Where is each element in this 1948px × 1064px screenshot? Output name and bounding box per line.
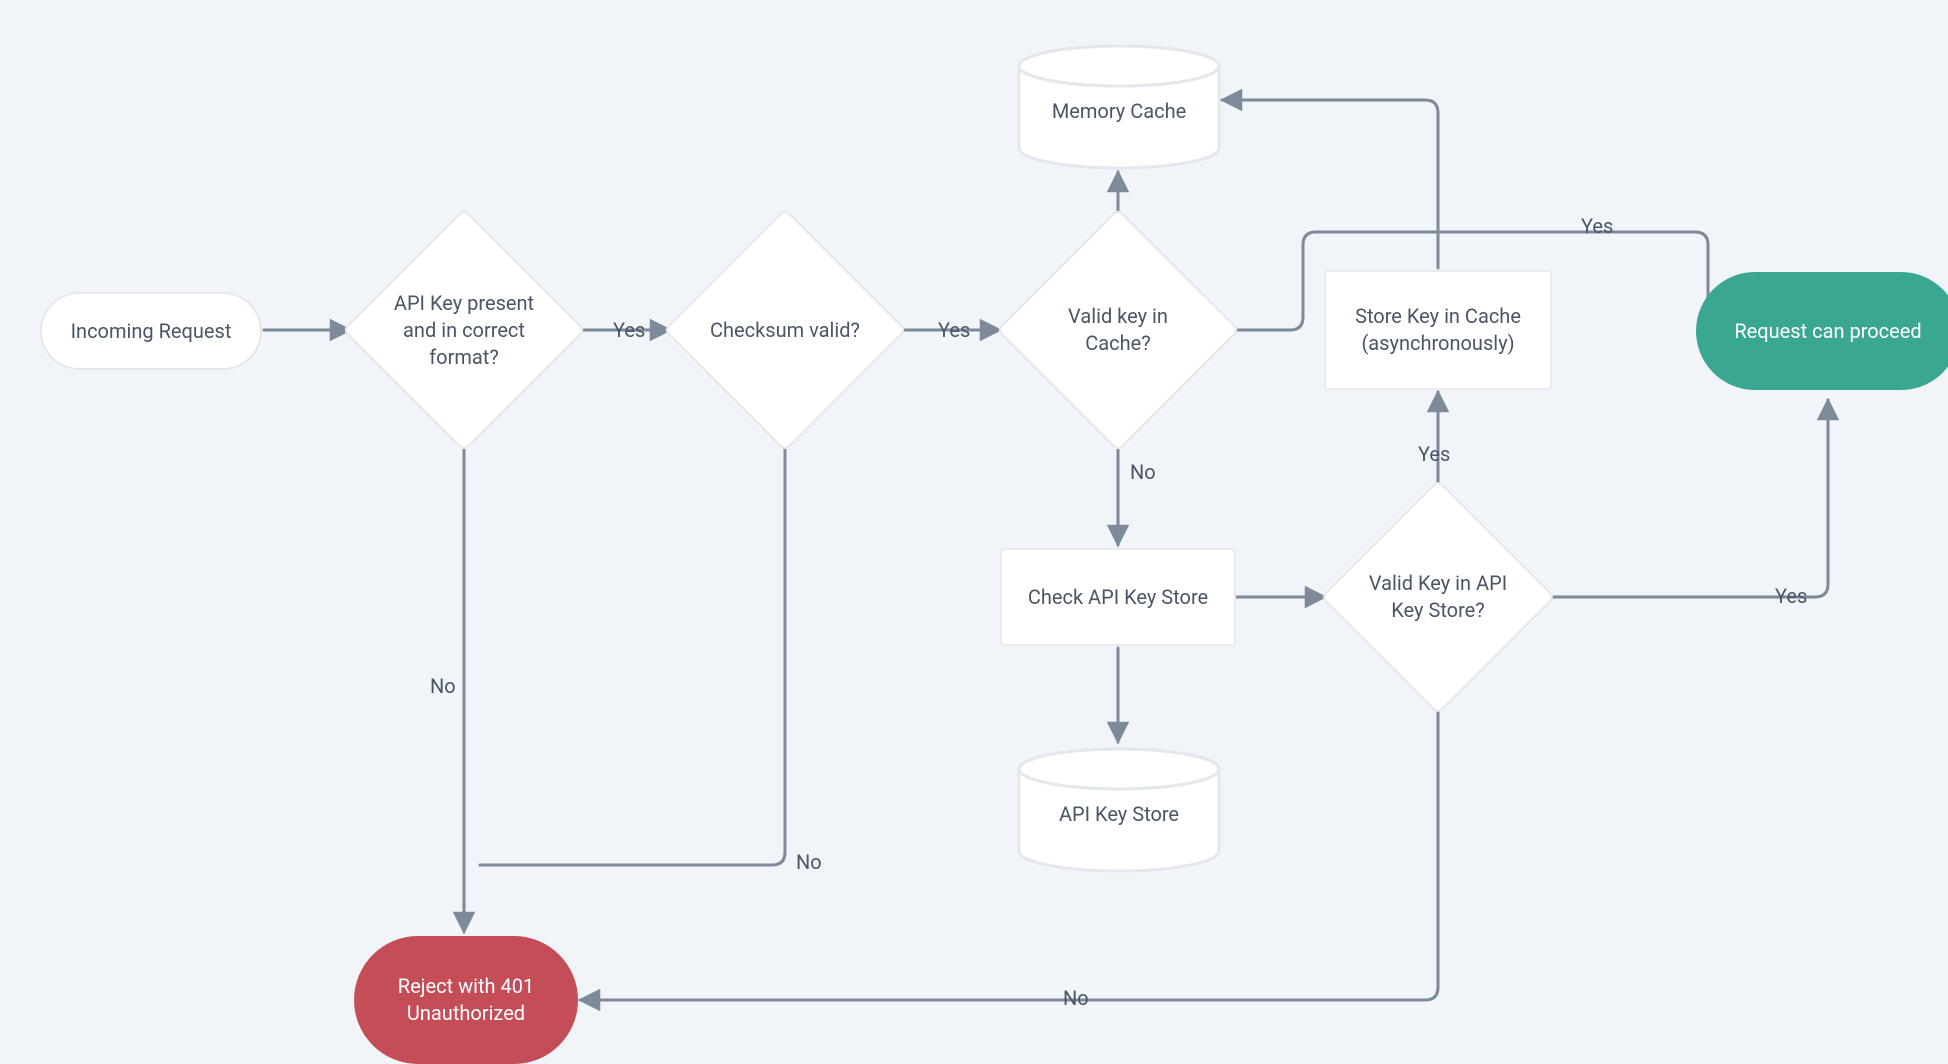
edge-label-storevalid-yes-right: Yes (1775, 584, 1807, 608)
edge-label-cache-no: No (1130, 460, 1156, 484)
flowchart-canvas: Incoming Request API Key present and in … (0, 0, 1948, 1050)
node-valid-key-in-cache: Valid key in Cache? (1032, 244, 1204, 416)
edge-label-checksum-yes: Yes (938, 318, 970, 342)
node-label: API Key Store (1049, 787, 1189, 834)
node-memory-cache: Memory Cache (1015, 42, 1223, 172)
node-store-key-in-cache: Store Key in Cache (asynchronously) (1324, 270, 1552, 390)
node-api-key-store: API Key Store (1015, 745, 1223, 875)
edges-layer (0, 0, 1948, 1050)
node-label: Check API Key Store (1018, 578, 1218, 617)
edge-label-storevalid-yes-up: Yes (1418, 442, 1450, 466)
edge-label-keypresent-yes: Yes (613, 318, 645, 342)
node-label: Store Key in Cache (asynchronously) (1326, 297, 1550, 363)
node-api-key-present: API Key present and in correct format? (378, 244, 550, 416)
node-request-can-proceed: Request can proceed (1696, 272, 1948, 390)
node-incoming-request: Incoming Request (40, 292, 262, 370)
edge-label-keypresent-no: No (430, 674, 456, 698)
node-label: Incoming Request (61, 312, 242, 351)
node-label: API Key present and in correct format? (378, 284, 550, 377)
node-label: Valid Key in API Key Store? (1355, 564, 1521, 630)
node-label: Checksum valid? (699, 311, 871, 350)
node-label: Valid key in Cache? (1032, 297, 1204, 363)
node-check-api-key-store: Check API Key Store (1000, 548, 1236, 646)
edge-label-checksum-no: No (796, 850, 822, 874)
node-checksum-valid: Checksum valid? (699, 244, 871, 416)
node-label: Memory Cache (1042, 84, 1196, 131)
edge-label-cache-yes: Yes (1581, 214, 1613, 238)
node-label: Request can proceed (1724, 312, 1931, 351)
edge-label-storevalid-no: No (1063, 986, 1089, 1010)
node-reject-401: Reject with 401 Unauthorized (354, 936, 578, 1064)
node-label: Reject with 401 Unauthorized (354, 967, 578, 1033)
node-valid-key-in-api-key-store: Valid Key in API Key Store? (1355, 514, 1521, 680)
